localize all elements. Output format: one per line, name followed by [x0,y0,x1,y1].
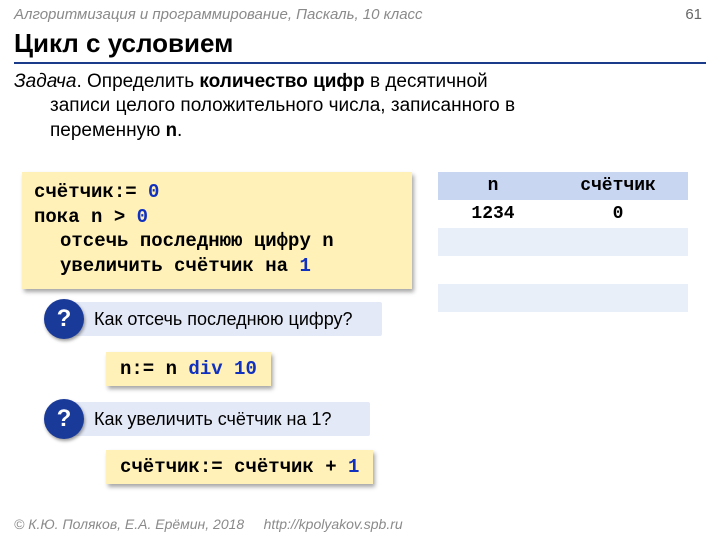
pseudocode-box: счётчик:= 0 пока n > 0 отсечь последнюю … [22,172,412,289]
table-header: n счётчик [438,172,688,200]
copyright: © К.Ю. Поляков, Е.А. Ерёмин, 2018 [14,516,244,532]
trace-table: n счётчик 1234 0 [438,172,688,312]
question-2: ? Как увеличить счётчик на 1? [68,402,370,436]
col-counter: счётчик [548,176,688,196]
task-bold: количество цифр [199,71,364,92]
course-header: Алгоритмизация и программирование, Паска… [14,6,423,23]
snippet-increment: счётчик:= счётчик + 1 [106,450,373,484]
footer-link[interactable]: http://kpolyakov.spb.ru [264,516,403,532]
table-row: 1234 0 [438,200,688,228]
table-row [438,228,688,256]
question-icon: ? [44,399,84,439]
task-var: n [166,120,177,142]
task-lead: Задача [14,71,76,92]
snippet-div: n:= n div 10 [106,352,271,386]
question-1: ? Как отсечь последнюю цифру? [68,302,382,336]
task-text: Задача. Определить количество цифр в дес… [14,70,706,143]
question-icon: ? [44,299,84,339]
page-title: Цикл с условием [14,28,233,59]
title-underline [14,62,706,64]
footer: © К.Ю. Поляков, Е.А. Ерёмин, 2018 http:/… [14,516,403,532]
table-row [438,284,688,312]
col-n: n [438,176,548,196]
table-row [438,256,688,284]
page-number: 61 [685,6,702,23]
